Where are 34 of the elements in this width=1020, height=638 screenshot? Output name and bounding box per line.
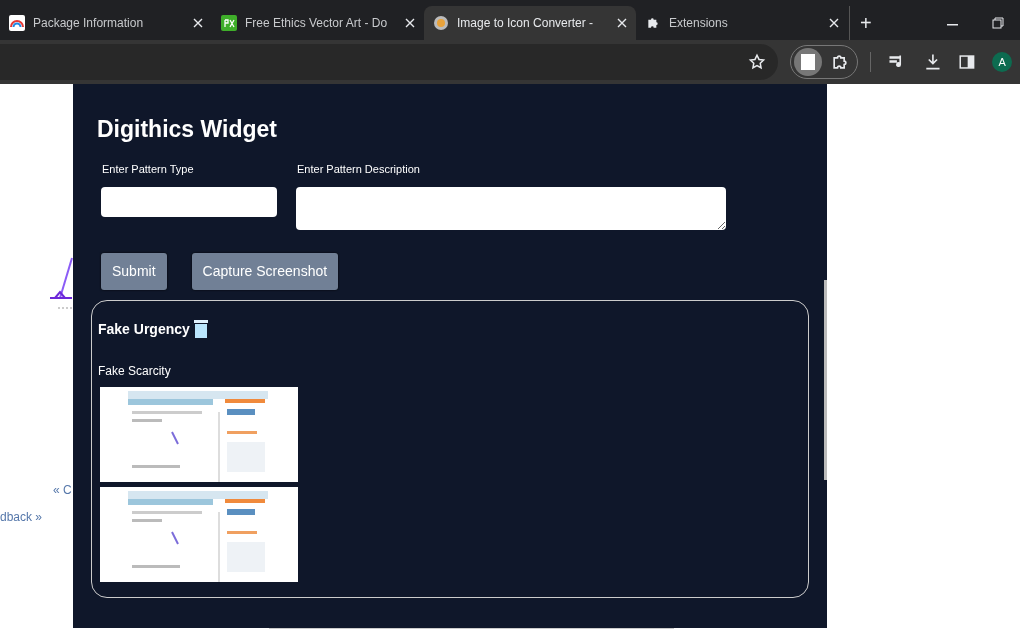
- field-label: Enter Pattern Description: [296, 162, 421, 177]
- description-field[interactable]: [296, 186, 726, 230]
- close-icon[interactable]: [405, 18, 415, 28]
- rainbow-icon: [9, 15, 25, 31]
- tab-title: Free Ethics Vector Art - Do: [245, 15, 389, 32]
- browser-tab[interactable]: Extensions: [636, 6, 848, 40]
- page-link[interactable]: dback »: [0, 508, 43, 526]
- trash-icon[interactable]: [193, 320, 208, 338]
- browser-tab[interactable]: Package Information: [0, 6, 212, 40]
- globe-icon: [433, 15, 449, 31]
- extension-icon[interactable]: [794, 48, 823, 76]
- tab-title: Extensions: [669, 15, 729, 32]
- browser-tab[interactable]: Image to Icon Converter -: [424, 6, 636, 40]
- close-icon[interactable]: [617, 18, 627, 28]
- action-button[interactable]: Capture Screenshot: [191, 252, 339, 290]
- widget-title: Digithics Widget: [97, 118, 277, 141]
- page-link[interactable]: « C: [53, 481, 72, 499]
- restore-icon[interactable]: [992, 17, 1004, 29]
- close-icon[interactable]: [829, 18, 839, 28]
- tab-title: Image to Icon Converter -: [457, 15, 595, 32]
- profile-avatar[interactable]: A: [992, 52, 1012, 72]
- star-icon[interactable]: [748, 53, 767, 71]
- card-title: Fake Urgency: [98, 319, 190, 339]
- close-icon[interactable]: [193, 18, 203, 28]
- field-label: Enter Pattern Type: [101, 162, 195, 177]
- site-logo-icon: [221, 15, 237, 31]
- puzzle-icon: [645, 15, 661, 31]
- tab-title: Package Information: [33, 15, 145, 32]
- minimize-icon[interactable]: [947, 24, 958, 26]
- side-panel-icon[interactable]: [958, 53, 977, 71]
- card-subtitle: Fake Scarcity: [98, 362, 171, 380]
- browser-tab[interactable]: Free Ethics Vector Art - Do: [212, 6, 424, 40]
- action-button[interactable]: Submit: [101, 252, 167, 290]
- type-field[interactable]: [101, 186, 277, 217]
